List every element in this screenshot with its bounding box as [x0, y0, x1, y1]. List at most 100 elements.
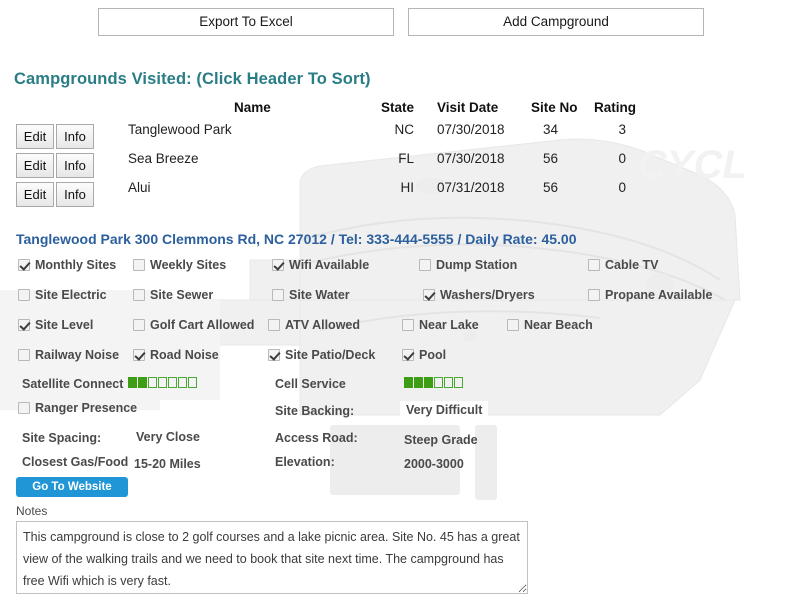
checkbox-label: Weekly Sites	[150, 258, 227, 272]
notes-label: Notes	[16, 504, 48, 518]
checkbox-dump-station[interactable]: Dump Station	[419, 258, 517, 272]
export-to-excel-button[interactable]: Export To Excel	[98, 8, 394, 36]
checkbox-monthly-sites[interactable]: Monthly Sites	[18, 258, 116, 272]
checkbox-label: Site Patio/Deck	[285, 348, 376, 362]
edit-button[interactable]: Edit	[16, 124, 54, 149]
cell-site-no: 56	[542, 151, 558, 166]
cell-site-no: 34	[542, 122, 558, 137]
checkbox-atv-allowed[interactable]: ATV Allowed	[268, 318, 360, 332]
checkbox-site-sewer[interactable]: Site Sewer	[133, 288, 213, 302]
checkbox-box-icon	[133, 259, 145, 271]
cell-site-no: 56	[542, 180, 558, 195]
add-campground-button[interactable]: Add Campground	[408, 8, 704, 36]
column-header-name[interactable]: Name	[234, 100, 271, 115]
checkbox-box-icon	[133, 319, 145, 331]
column-header-rating[interactable]: Rating	[594, 100, 636, 115]
info-button[interactable]: Info	[56, 182, 94, 207]
checkbox-propane-available[interactable]: Propane Available	[588, 288, 712, 302]
meter-segment[interactable]	[128, 377, 137, 388]
checkbox-near-lake[interactable]: Near Lake	[402, 318, 479, 332]
checkbox-road-noise[interactable]: Road Noise	[133, 348, 219, 362]
checkbox-washers-dryers[interactable]: Washers/Dryers	[423, 288, 535, 302]
checkbox-ranger-presence[interactable]: Ranger Presence	[18, 401, 137, 415]
checkbox-box-icon	[268, 349, 280, 361]
checkbox-site-patio-deck[interactable]: Site Patio/Deck	[268, 348, 375, 362]
meter-segment[interactable]	[444, 377, 453, 388]
checkbox-box-icon	[18, 289, 30, 301]
checkbox-box-icon	[133, 349, 145, 361]
meter-segment[interactable]	[148, 377, 157, 388]
cell-visit-date: 07/30/2018	[437, 151, 505, 166]
checkbox-box-icon	[588, 259, 600, 271]
checkbox-box-icon	[423, 289, 435, 301]
checkbox-label: Site Electric	[35, 288, 107, 302]
checkbox-weekly-sites[interactable]: Weekly Sites	[133, 258, 226, 272]
column-header-state[interactable]: State	[381, 100, 414, 115]
cell-state: NC	[394, 122, 415, 137]
cell-rating: 0	[618, 151, 626, 166]
checkbox-box-icon	[133, 289, 145, 301]
cell-name: Tanglewood Park	[128, 122, 232, 137]
top-action-bar: Export To Excel Add Campground	[0, 8, 800, 40]
column-header-visit-date[interactable]: Visit Date	[437, 100, 498, 115]
edit-button[interactable]: Edit	[16, 153, 54, 178]
satellite-connect-label: Satellite Connect	[22, 377, 124, 391]
checkbox-railway-noise[interactable]: Railway Noise	[18, 348, 119, 362]
notes-textarea[interactable]	[16, 521, 528, 594]
checkbox-label: Near Lake	[419, 318, 479, 332]
checkbox-label: Golf Cart Allowed	[150, 318, 255, 332]
checkbox-box-icon	[18, 259, 30, 271]
meter-segment[interactable]	[168, 377, 177, 388]
checkbox-golf-cart-allowed[interactable]: Golf Cart Allowed	[133, 318, 254, 332]
checkbox-box-icon	[419, 259, 431, 271]
checkbox-box-icon	[272, 289, 284, 301]
checkbox-label: Cable TV	[605, 258, 659, 272]
checkbox-label: Dump Station	[436, 258, 518, 272]
closest-gas-food-value: 15-20 Miles	[134, 457, 201, 471]
cell-rating: 0	[618, 180, 626, 195]
edit-button[interactable]: Edit	[16, 182, 54, 207]
checkbox-box-icon	[18, 349, 30, 361]
checkbox-box-icon	[268, 319, 280, 331]
meter-segment[interactable]	[414, 377, 423, 388]
meter-segment[interactable]	[434, 377, 443, 388]
checkbox-label: Monthly Sites	[35, 258, 117, 272]
site-spacing-value[interactable]: Very Close	[130, 428, 206, 447]
cell-visit-date: 07/30/2018	[437, 122, 505, 137]
meter-segment[interactable]	[188, 377, 197, 388]
access-road-value: Steep Grade	[404, 433, 478, 447]
checkbox-near-beach[interactable]: Near Beach	[507, 318, 593, 332]
checkbox-site-electric[interactable]: Site Electric	[18, 288, 107, 302]
go-to-website-button[interactable]: Go To Website	[16, 477, 128, 497]
meter-segment[interactable]	[158, 377, 167, 388]
cell-rating: 3	[618, 122, 626, 137]
checkbox-site-level[interactable]: Site Level	[18, 318, 93, 332]
campgrounds-visited-table: Name State Visit Date Site No Rating Edi…	[0, 100, 680, 209]
info-button[interactable]: Info	[56, 124, 94, 149]
info-button[interactable]: Info	[56, 153, 94, 178]
meter-segment[interactable]	[424, 377, 433, 388]
cell-name: Sea Breeze	[128, 151, 199, 166]
cell-service-meter[interactable]	[404, 377, 464, 388]
checkbox-wifi-available[interactable]: Wifi Available	[272, 258, 369, 272]
row-actions: Edit Info	[16, 182, 96, 207]
checkbox-label: Site Level	[35, 318, 94, 332]
column-header-site-no[interactable]: Site No	[531, 100, 578, 115]
checkbox-label: Near Beach	[524, 318, 593, 332]
checkbox-label: ATV Allowed	[285, 318, 360, 332]
closest-gas-food-label: Closest Gas/Food	[22, 455, 129, 469]
table-row: Edit Info Tanglewood Park NC 07/30/2018 3…	[0, 122, 680, 151]
meter-segment[interactable]	[404, 377, 413, 388]
satellite-connect-meter[interactable]	[128, 377, 198, 388]
cell-state: FL	[398, 151, 414, 166]
checkbox-box-icon	[402, 349, 414, 361]
meter-segment[interactable]	[178, 377, 187, 388]
checkbox-site-water[interactable]: Site Water	[272, 288, 350, 302]
elevation-label: Elevation:	[275, 455, 335, 469]
checkbox-pool[interactable]: Pool	[402, 348, 446, 362]
site-backing-value[interactable]: Very Difficult	[400, 401, 489, 420]
checkbox-label: Site Water	[289, 288, 350, 302]
checkbox-cable-tv[interactable]: Cable TV	[588, 258, 659, 272]
meter-segment[interactable]	[138, 377, 147, 388]
meter-segment[interactable]	[454, 377, 463, 388]
